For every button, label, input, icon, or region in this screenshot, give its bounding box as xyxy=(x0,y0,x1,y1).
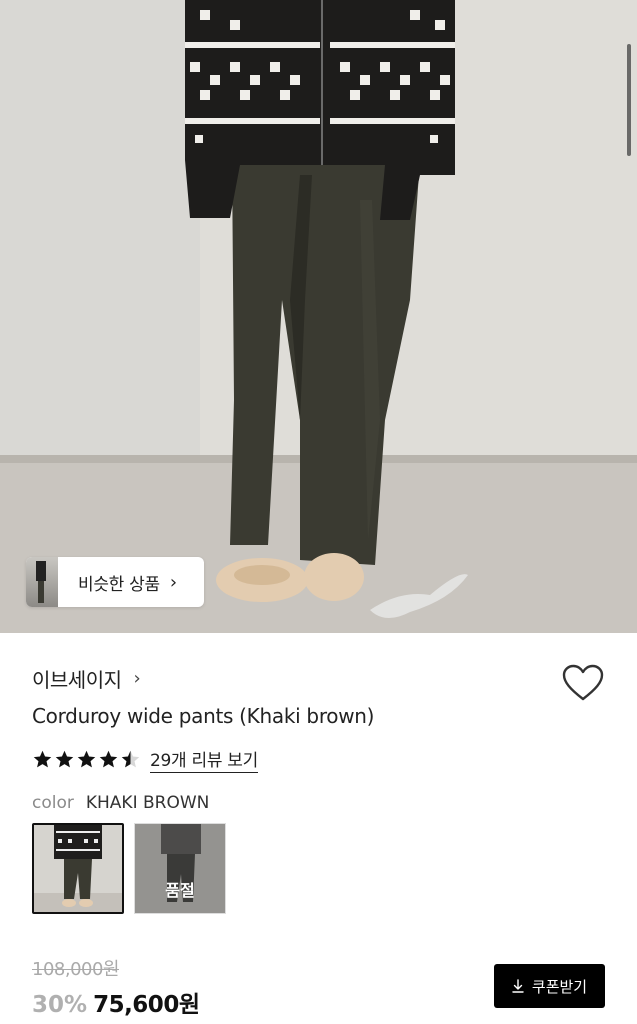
heart-outline-icon[interactable] xyxy=(562,664,604,702)
download-icon xyxy=(512,979,524,993)
soldout-label: 품절 xyxy=(165,881,195,900)
star-icon xyxy=(55,750,74,768)
coupon-label: 쿠폰받기 xyxy=(531,977,588,996)
sale-price: 75,600원 xyxy=(93,992,200,1018)
color-label: color xyxy=(32,793,74,813)
color-swatch-khaki-brown[interactable] xyxy=(32,823,124,914)
discount-rate: 30% xyxy=(32,992,88,1018)
get-coupon-button[interactable]: 쿠폰받기 xyxy=(494,964,605,1008)
star-half-icon xyxy=(121,750,140,768)
swatch-thumbnail xyxy=(34,825,122,912)
product-title: Corduroy wide pants (Khaki brown) xyxy=(32,704,375,728)
image-scrollbar[interactable] xyxy=(627,44,631,156)
product-hero-image[interactable]: 비슷한 상품 › xyxy=(0,0,637,633)
color-value: KHAKI BROWN xyxy=(85,793,210,813)
chevron-right-icon: › xyxy=(169,571,178,593)
view-reviews-link[interactable]: 29개 리뷰 보기 xyxy=(150,746,258,773)
original-price: 108,000원 xyxy=(32,959,120,980)
rating-stars xyxy=(32,749,142,770)
similar-products-button[interactable]: 비슷한 상품 › xyxy=(26,557,204,607)
color-swatch-soldout[interactable]: 품절 xyxy=(134,823,226,914)
brand-name: 이브세이지 xyxy=(32,668,122,692)
star-icon xyxy=(33,750,52,768)
soldout-overlay: 품절 xyxy=(135,824,225,913)
color-option-row: color KHAKI BROWN xyxy=(32,793,209,813)
brand-link[interactable]: 이브세이지 › xyxy=(32,664,141,693)
product-photo xyxy=(0,0,637,633)
star-icon xyxy=(99,750,118,768)
similar-products-label: 비슷한 상품 xyxy=(78,574,160,595)
sale-price-row: 30% 75,600원 xyxy=(32,985,200,1019)
similar-product-thumbnail xyxy=(26,557,58,607)
color-swatches: 품절 xyxy=(32,823,226,914)
rating-row: 29개 리뷰 보기 xyxy=(32,746,258,773)
chevron-right-icon: › xyxy=(133,668,141,689)
star-icon xyxy=(77,750,96,768)
